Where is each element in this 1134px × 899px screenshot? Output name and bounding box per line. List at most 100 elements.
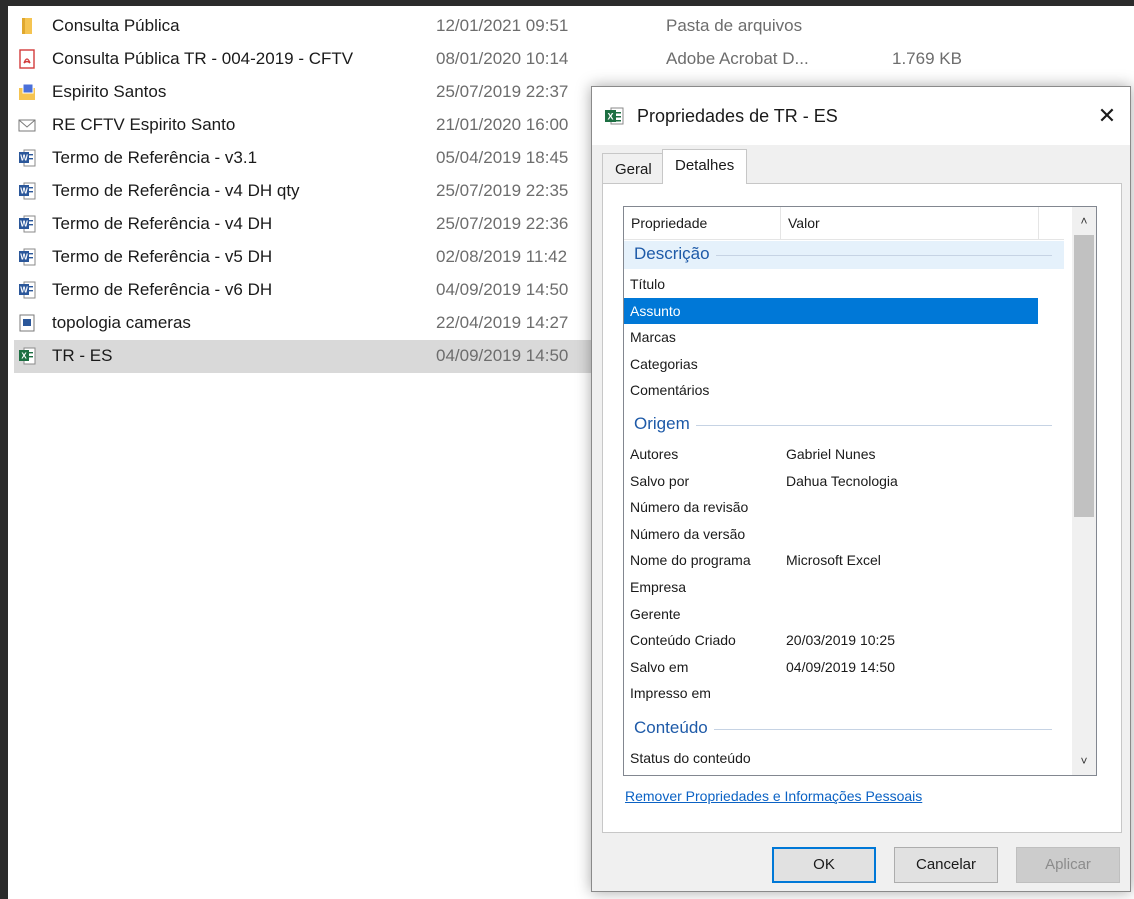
group-label: Descrição bbox=[634, 244, 716, 264]
column-header-value[interactable]: Valor bbox=[788, 215, 820, 231]
file-date: 04/09/2019 14:50 bbox=[436, 280, 569, 299]
file-date: 21/01/2020 16:00 bbox=[436, 115, 569, 134]
word-doc-icon: W bbox=[18, 280, 36, 300]
remove-properties-link[interactable]: Remover Propriedades e Informações Pesso… bbox=[625, 788, 922, 804]
file-name: Consulta Pública TR - 004-2019 - CFTV bbox=[52, 49, 354, 68]
svg-text:W: W bbox=[20, 187, 28, 196]
svg-text:W: W bbox=[20, 253, 28, 262]
excel-doc-icon: X bbox=[18, 346, 36, 366]
property-name: Categorias bbox=[630, 355, 698, 372]
group-divider bbox=[634, 425, 1052, 426]
property-name: Marcas bbox=[630, 329, 676, 346]
column-separator[interactable] bbox=[1038, 207, 1039, 240]
property-row[interactable]: Número da versão bbox=[624, 521, 1038, 547]
file-name: Termo de Referência - v4 DH qty bbox=[52, 181, 300, 200]
file-date: 22/04/2019 14:27 bbox=[436, 313, 569, 332]
property-row[interactable]: Conteúdo Criado 20/03/2019 10:25 bbox=[624, 627, 1038, 653]
property-row[interactable]: Status do conteúdo bbox=[624, 745, 1038, 771]
cancel-button[interactable]: Cancelar bbox=[894, 847, 998, 883]
visio-doc-icon bbox=[18, 313, 36, 333]
file-name: Termo de Referência - v4 DH bbox=[52, 214, 273, 233]
file-name: Termo de Referência - v5 DH bbox=[52, 247, 273, 266]
svg-text:W: W bbox=[20, 220, 28, 229]
property-name: Número da versão bbox=[630, 525, 746, 542]
group-label: Conteúdo bbox=[634, 718, 714, 738]
property-list[interactable]: Propriedade Valor Descrição Título Assunt… bbox=[623, 206, 1097, 776]
chevron-up-icon[interactable]: ˄ bbox=[1072, 209, 1096, 233]
folder-icon bbox=[18, 16, 36, 36]
scroll-thumb[interactable] bbox=[1074, 235, 1094, 517]
file-row[interactable]: Consulta Pública 12/01/2021 09:51 Pasta de… bbox=[14, 10, 1124, 43]
property-row[interactable]: Número da revisão bbox=[624, 494, 1038, 520]
property-row[interactable]: Assunto bbox=[624, 297, 1038, 324]
vertical-scrollbar[interactable]: ˄ ˅ bbox=[1072, 207, 1096, 775]
file-date: 25/07/2019 22:35 bbox=[436, 181, 569, 200]
property-row[interactable]: Empresa bbox=[624, 574, 1038, 600]
close-button[interactable]: ✕ bbox=[1084, 87, 1130, 145]
file-name: Espirito Santos bbox=[52, 82, 167, 101]
file-date: 25/07/2019 22:36 bbox=[436, 214, 569, 233]
property-row[interactable]: Marcas bbox=[624, 324, 1038, 350]
column-separator[interactable] bbox=[780, 207, 781, 240]
property-name: Assunto bbox=[630, 302, 681, 319]
tab-geral[interactable]: Geral bbox=[602, 153, 665, 183]
word-doc-icon: W bbox=[18, 181, 36, 201]
file-date: 04/09/2019 14:50 bbox=[436, 346, 569, 365]
chevron-down-icon[interactable]: ˅ bbox=[1072, 749, 1096, 773]
word-doc-icon: W bbox=[18, 214, 36, 234]
file-row[interactable]: Consulta Pública TR - 004-2019 - CFTV 08/… bbox=[14, 43, 1124, 76]
excel-doc-icon: X bbox=[604, 107, 624, 125]
file-date: 12/01/2021 09:51 bbox=[436, 16, 569, 35]
svg-text:X: X bbox=[21, 352, 27, 361]
property-value[interactable]: Microsoft Excel bbox=[786, 552, 881, 568]
file-row[interactable]: X TR - ES 04/09/2019 14:50 bbox=[14, 340, 594, 373]
property-value[interactable]: 04/09/2019 14:50 bbox=[786, 659, 895, 675]
file-size: 1.769 KB bbox=[892, 49, 962, 68]
file-name: Termo de Referência - v6 DH bbox=[52, 280, 273, 299]
group-label: Origem bbox=[634, 414, 696, 434]
column-header-property[interactable]: Propriedade bbox=[631, 215, 707, 231]
dialog-titlebar[interactable]: X Propriedades de TR - ES ✕ bbox=[592, 87, 1130, 145]
file-date: 25/07/2019 22:37 bbox=[436, 82, 569, 101]
property-name: Nome do programa bbox=[630, 552, 751, 569]
property-name: Número da revisão bbox=[630, 499, 749, 516]
tab-detalhes[interactable]: Detalhes bbox=[662, 149, 748, 184]
file-name: Consulta Pública bbox=[52, 16, 180, 35]
file-date: 05/04/2019 18:45 bbox=[436, 148, 569, 167]
property-row[interactable]: Impresso em bbox=[624, 680, 1038, 706]
word-doc-icon: W bbox=[18, 247, 36, 267]
property-value[interactable]: 20/03/2019 10:25 bbox=[786, 632, 895, 648]
svg-text:W: W bbox=[20, 286, 28, 295]
apply-button[interactable]: Aplicar bbox=[1016, 847, 1120, 883]
property-row[interactable]: Nome do programa Microsoft Excel bbox=[624, 547, 1038, 573]
file-name: RE CFTV Espirito Santo bbox=[52, 115, 236, 134]
image-folder-icon bbox=[18, 82, 36, 102]
file-date: 02/08/2019 11:42 bbox=[436, 247, 568, 266]
property-row[interactable]: Categorias bbox=[624, 351, 1038, 377]
property-row[interactable]: Comentários bbox=[624, 377, 1038, 403]
property-row[interactable]: Salvo por Dahua Tecnologia bbox=[624, 468, 1038, 494]
file-date: 08/01/2020 10:14 bbox=[436, 49, 569, 68]
property-name: Conteúdo Criado bbox=[630, 632, 736, 649]
property-name: Comentários bbox=[630, 382, 710, 399]
file-name: Termo de Referência - v3.1 bbox=[52, 148, 258, 167]
property-row[interactable]: Gerente bbox=[624, 601, 1038, 627]
property-name: Salvo em bbox=[630, 658, 689, 675]
file-name: topologia cameras bbox=[52, 313, 191, 332]
property-row[interactable]: Salvo em 04/09/2019 14:50 bbox=[624, 654, 1038, 680]
property-row[interactable]: Autores Gabriel Nunes bbox=[624, 441, 1038, 467]
explorer-left-edge bbox=[0, 0, 8, 899]
property-name: Autores bbox=[630, 446, 679, 462]
svg-text:X: X bbox=[607, 112, 613, 122]
properties-dialog: X Propriedades de TR - ES ✕ Geral Detalh… bbox=[591, 86, 1131, 892]
property-value[interactable]: Gabriel Nunes bbox=[786, 446, 876, 462]
property-value[interactable]: Dahua Tecnologia bbox=[786, 473, 898, 489]
file-type: Adobe Acrobat D... bbox=[666, 49, 809, 68]
property-name: Status do conteúdo bbox=[630, 750, 751, 766]
group-conteudo: Conteúdo bbox=[624, 715, 1064, 743]
property-name: Salvo por bbox=[630, 472, 690, 489]
property-name: Título bbox=[630, 276, 666, 292]
ok-button[interactable]: OK bbox=[772, 847, 876, 883]
property-name: Gerente bbox=[630, 605, 681, 622]
property-row[interactable]: Título bbox=[624, 271, 1038, 297]
